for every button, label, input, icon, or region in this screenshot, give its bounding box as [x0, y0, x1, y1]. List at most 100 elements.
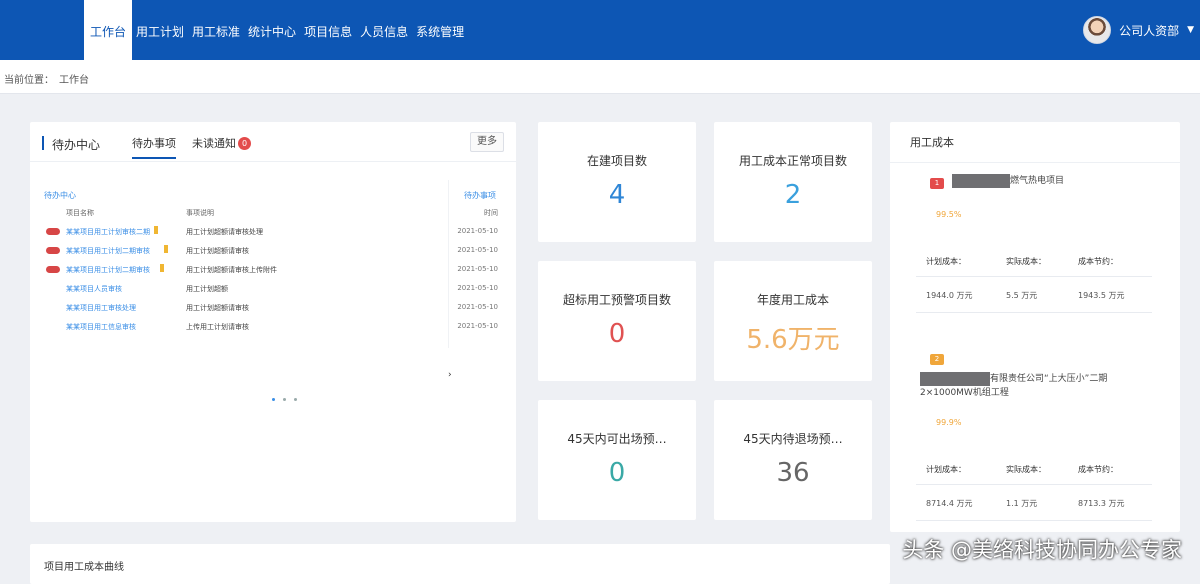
cost-curve-card: 项目用工成本曲线 [30, 544, 890, 584]
chevron-down-icon[interactable]: ▼ [1187, 25, 1194, 35]
avatar[interactable] [1083, 16, 1112, 44]
divider [916, 520, 1152, 521]
nav-system-admin[interactable]: 系统管理 [412, 0, 468, 60]
stat-label: 超标用工预警项目数 [562, 293, 671, 307]
stat-card-45-day-entry[interactable]: 45天内可出场预… 0 [538, 400, 696, 520]
nav-personnel-info[interactable]: 人员信息 [356, 0, 412, 60]
list-item[interactable]: 某某项目人员审核 用工计划超额 2021-05-10 [42, 281, 504, 300]
divider [890, 162, 1180, 163]
labor-cost-card: 用工成本 1 燃气热电项目 99.5% 计划成本： 实际成本： 成本节约： 19… [890, 122, 1180, 532]
stat-label: 45天内待退场预… [743, 432, 843, 446]
row-date: 2021-05-10 [457, 265, 498, 273]
stat-label: 年度用工成本 [756, 293, 829, 307]
unread-badge: 0 [238, 137, 251, 150]
value-saving: 8713.3 万元 [1078, 499, 1125, 508]
header-plan: 计划成本： [926, 465, 966, 474]
title-accent-bar [42, 136, 44, 150]
row-link[interactable]: 某某项目用工计划二期审核 [66, 265, 150, 275]
flag-icon [154, 226, 158, 234]
header-plan: 计划成本： [926, 257, 966, 266]
saving-percent: 99.9% [936, 418, 962, 427]
user-name[interactable]: 公司人资部 [1119, 22, 1179, 39]
saving-percent: 99.5% [936, 210, 962, 219]
tab-todo-items[interactable]: 待办事项 [132, 135, 176, 159]
stat-value: 0 [608, 319, 626, 349]
status-tag [46, 228, 60, 235]
status-tag [46, 266, 60, 273]
value-plan: 8714.4 万元 [926, 499, 973, 508]
list-item[interactable]: 某某项目用工审核处理 用工计划超额请审核 2021-05-10 [42, 300, 504, 319]
col-date: 时间 [484, 209, 498, 217]
stat-card-over-budget-warning[interactable]: 超标用工预警项目数 0 [538, 261, 696, 381]
flag-icon [164, 245, 168, 253]
header-saving: 成本节约： [1078, 257, 1118, 266]
carousel-dot[interactable] [272, 398, 275, 401]
breadcrumb: 当前位置： 工作台 [4, 71, 89, 86]
nav-workbench[interactable]: 工作台 [84, 0, 133, 60]
carousel-dots[interactable] [272, 398, 297, 401]
row-link[interactable]: 某某项目用工信息审核 [66, 322, 136, 332]
breadcrumb-label: 当前位置： [4, 75, 54, 86]
panel-right-label[interactable]: 待办事项 [464, 190, 496, 201]
todo-embedded-panel: 待办中心 待办事项 项目名称 事项说明 时间 某某项目用工计划审核二期 用工计划… [42, 180, 504, 401]
rank-badge: 1 [930, 178, 944, 189]
row-date: 2021-05-10 [457, 246, 498, 254]
carousel-dot[interactable] [294, 398, 297, 401]
labor-cost-title: 用工成本 [910, 136, 954, 149]
panel-left-label: 待办中心 [44, 191, 76, 200]
row-link[interactable]: 某某项目用工审核处理 [66, 303, 136, 313]
stat-card-annual-labor-cost[interactable]: 年度用工成本 5.6万元 [714, 261, 872, 381]
nav-project-info[interactable]: 项目信息 [300, 0, 356, 60]
nav-labor-standard[interactable]: 用工标准 [188, 0, 244, 60]
list-item[interactable]: 某某项目用工计划二期审核 用工计划超额请审核 2021-05-10 [42, 243, 504, 262]
stat-label: 在建项目数 [586, 154, 647, 168]
nav-labor-plan[interactable]: 用工计划 [132, 0, 188, 60]
project-name[interactable]: 燃气热电项目 [1010, 174, 1160, 188]
col-desc: 事项说明 [186, 209, 214, 217]
row-desc: 用工计划超额 [186, 285, 228, 293]
row-desc: 用工计划超额请审核 [186, 304, 249, 312]
tab-unread-notices[interactable]: 未读通知 0 [192, 135, 251, 151]
value-actual: 1.1 万元 [1006, 499, 1038, 508]
stat-card-45-day-exit[interactable]: 45天内待退场预… 36 [714, 400, 872, 520]
row-desc: 用工计划超额请审核处理 [186, 228, 263, 236]
breadcrumb-current[interactable]: 工作台 [59, 71, 89, 86]
divider [916, 312, 1152, 313]
row-link[interactable]: 某某项目人员审核 [66, 284, 122, 294]
row-date: 2021-05-10 [457, 227, 498, 235]
value-saving: 1943.5 万元 [1078, 291, 1125, 300]
stat-card-projects-under-construction[interactable]: 在建项目数 4 [538, 122, 696, 242]
carousel-dot[interactable] [283, 398, 286, 401]
list-item[interactable]: 某某项目用工信息审核 上传用工计划请审核 2021-05-10 [42, 319, 504, 338]
header-actual: 实际成本： [1006, 257, 1046, 266]
row-date: 2021-05-10 [457, 322, 498, 330]
stat-card-normal-cost-projects[interactable]: 用工成本正常项目数 2 [714, 122, 872, 242]
status-tag [46, 247, 60, 254]
mouse-cursor-icon: › [448, 370, 452, 380]
stat-value: 5.6万元 [746, 325, 840, 355]
project-name[interactable]: 有限责任公司“上大压小”二期2×1000MW机组工程 [920, 372, 1160, 400]
list-item[interactable]: 某某项目用工计划二期审核 用工计划超额请审核上传附件 2021-05-10 [42, 262, 504, 281]
col-project: 项目名称 [66, 209, 94, 217]
cost-curve-title: 项目用工成本曲线 [44, 562, 124, 573]
nav-statistics[interactable]: 统计中心 [244, 0, 300, 60]
row-link[interactable]: 某某项目用工计划审核二期 [66, 227, 150, 237]
user-menu[interactable]: 公司人资部 ▼ [1083, 0, 1194, 60]
value-plan: 1944.0 万元 [926, 291, 973, 300]
row-date: 2021-05-10 [457, 284, 498, 292]
stat-value: 0 [608, 458, 626, 488]
header-actual: 实际成本： [1006, 465, 1046, 474]
list-item[interactable]: 某某项目用工计划审核二期 用工计划超额请审核处理 2021-05-10 [42, 224, 504, 243]
row-date: 2021-05-10 [457, 303, 498, 311]
value-actual: 5.5 万元 [1006, 291, 1038, 300]
panel-rows: 某某项目用工计划审核二期 用工计划超额请审核处理 2021-05-10 某某项目… [42, 224, 504, 338]
more-button[interactable]: 更多 [470, 132, 504, 152]
tab-unread-label: 未读通知 [192, 137, 236, 150]
stat-value: 4 [608, 180, 626, 210]
stat-label: 45天内可出场预… [567, 432, 667, 446]
header-saving: 成本节约： [1078, 465, 1118, 474]
todo-center-card: 待办中心 待办事项 未读通知 0 更多 待办中心 待办事项 项目名称 事项说明 时… [30, 122, 516, 522]
row-link[interactable]: 某某项目用工计划二期审核 [66, 246, 150, 256]
main-nav: 工作台 用工计划 用工标准 统计中心 项目信息 人员信息 系统管理 [84, 0, 468, 60]
divider [916, 276, 1152, 277]
